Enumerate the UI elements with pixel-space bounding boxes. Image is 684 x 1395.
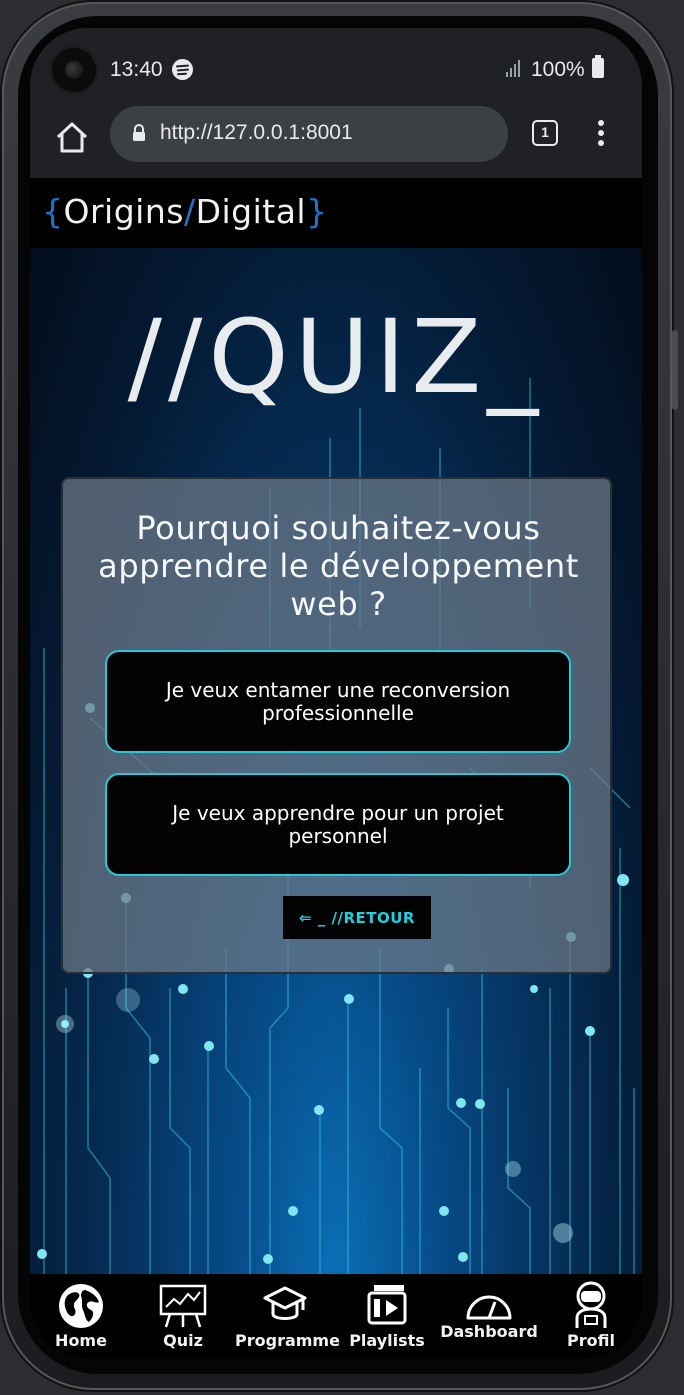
address-bar[interactable]: http://127.0.0.1:8001 bbox=[110, 106, 508, 162]
nav-item-playlists[interactable]: Playlists bbox=[337, 1274, 437, 1358]
answer-button-reconversion[interactable]: Je veux entamer une reconversion profess… bbox=[105, 650, 571, 753]
presentation-chart-icon bbox=[159, 1284, 207, 1328]
nav-item-profil[interactable]: Profil bbox=[541, 1274, 641, 1358]
question-text: Pourquoi souhaitez-vous apprendre le dév… bbox=[98, 509, 579, 623]
nav-item-quiz[interactable]: Quiz bbox=[133, 1274, 233, 1358]
back-button[interactable]: ⇐ _ //RETOUR bbox=[283, 896, 431, 939]
astronaut-icon bbox=[575, 1281, 607, 1328]
phone-side-button bbox=[672, 330, 678, 410]
nav-item-home[interactable]: Home bbox=[31, 1274, 131, 1358]
nav-label: Home bbox=[55, 1331, 107, 1350]
nav-label: Profil bbox=[567, 1331, 615, 1350]
overflow-menu-icon[interactable] bbox=[593, 120, 609, 150]
status-time: 13:40 bbox=[110, 58, 163, 81]
nav-item-programme[interactable]: Programme bbox=[235, 1274, 340, 1358]
video-playlist-icon bbox=[367, 1285, 407, 1325]
quiz-section: //QUIZ_ Pourquoi souhaitez-vous apprendr… bbox=[30, 248, 642, 1274]
status-bar: 13:40 100% bbox=[30, 28, 642, 106]
spotify-icon bbox=[172, 59, 193, 80]
bottom-navigation: Home Quiz Programme Playlists Dashboard … bbox=[30, 1274, 642, 1358]
battery-icon bbox=[592, 55, 604, 78]
page-title: //QUIZ_ bbox=[127, 298, 545, 417]
globe-icon bbox=[59, 1284, 103, 1328]
lock-icon bbox=[133, 124, 145, 141]
url-text: http://127.0.0.1:8001 bbox=[160, 121, 353, 144]
phone-screen: 13:40 100% http://127.0.0.1:8001 1 {Orig… bbox=[30, 28, 642, 1358]
browser-toolbar: http://127.0.0.1:8001 1 bbox=[30, 106, 642, 178]
graduation-cap-icon bbox=[263, 1286, 307, 1320]
gauge-icon bbox=[466, 1295, 512, 1320]
site-header: {Origins/Digital} bbox=[30, 178, 642, 248]
answer-label: Je veux apprendre pour un projet personn… bbox=[172, 800, 504, 848]
answer-label: Je veux entamer une reconversion profess… bbox=[165, 677, 511, 725]
site-logo[interactable]: {Origins/Digital} bbox=[42, 192, 328, 231]
nav-label: Quiz bbox=[163, 1331, 203, 1350]
nav-label: Playlists bbox=[349, 1331, 425, 1350]
front-camera bbox=[52, 48, 96, 92]
signal-icon bbox=[506, 60, 520, 77]
battery-percent: 100% bbox=[531, 58, 585, 81]
question-card: Pourquoi souhaitez-vous apprendre le dév… bbox=[61, 477, 612, 974]
nav-label: Dashboard bbox=[440, 1322, 538, 1341]
nav-item-dashboard[interactable]: Dashboard bbox=[439, 1274, 539, 1358]
nav-label: Programme bbox=[235, 1331, 340, 1350]
answer-button-personal-project[interactable]: Je veux apprendre pour un projet personn… bbox=[105, 773, 571, 876]
home-icon[interactable] bbox=[54, 120, 90, 156]
tab-switcher-button[interactable]: 1 bbox=[532, 120, 558, 146]
